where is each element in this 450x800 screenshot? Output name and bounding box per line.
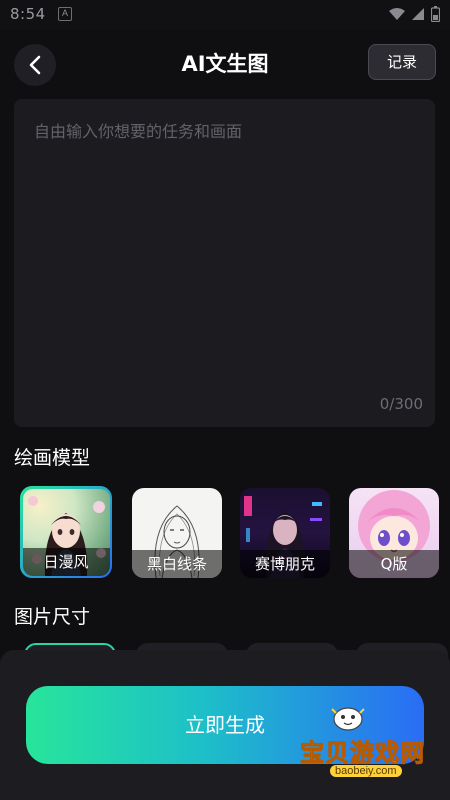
header: AI文生图 记录 <box>0 30 450 94</box>
prompt-input[interactable] <box>14 99 435 427</box>
model-label: 赛博朋克 <box>240 550 330 578</box>
signal-icon <box>412 8 424 20</box>
model-label: 日漫风 <box>22 547 110 576</box>
watermark-logo: 宝贝游戏网 baobeiy.com <box>300 703 430 783</box>
model-card-anime[interactable]: 日漫风 <box>20 486 112 578</box>
size-section-title: 图片尺寸 <box>14 606 91 628</box>
watermark-url: baobeiy.com <box>330 765 402 777</box>
battery-icon <box>431 6 440 22</box>
model-card-cyberpunk[interactable]: 赛博朋克 <box>240 488 330 578</box>
char-counter: 0/300 <box>379 395 423 413</box>
model-section-title: 绘画模型 <box>14 447 91 469</box>
wifi-icon <box>389 8 405 20</box>
model-list: 日漫风 黑白线条 赛博朋克 Q版 <box>20 484 450 582</box>
model-card-lineart[interactable]: 黑白线条 <box>132 488 222 578</box>
notification-icon: A <box>58 7 72 21</box>
watermark-text: 宝贝游戏网 <box>300 739 425 768</box>
model-label: 黑白线条 <box>132 550 222 578</box>
record-button[interactable]: 记录 <box>368 44 436 80</box>
gamepad-mascot-icon <box>331 707 365 731</box>
status-time: 8:54 <box>10 5 46 23</box>
status-icons <box>389 6 440 22</box>
prompt-box: 0/300 <box>14 99 435 427</box>
model-label: Q版 <box>349 550 439 578</box>
status-bar: 8:54 A <box>0 0 450 30</box>
model-card-chibi[interactable]: Q版 <box>349 488 439 578</box>
